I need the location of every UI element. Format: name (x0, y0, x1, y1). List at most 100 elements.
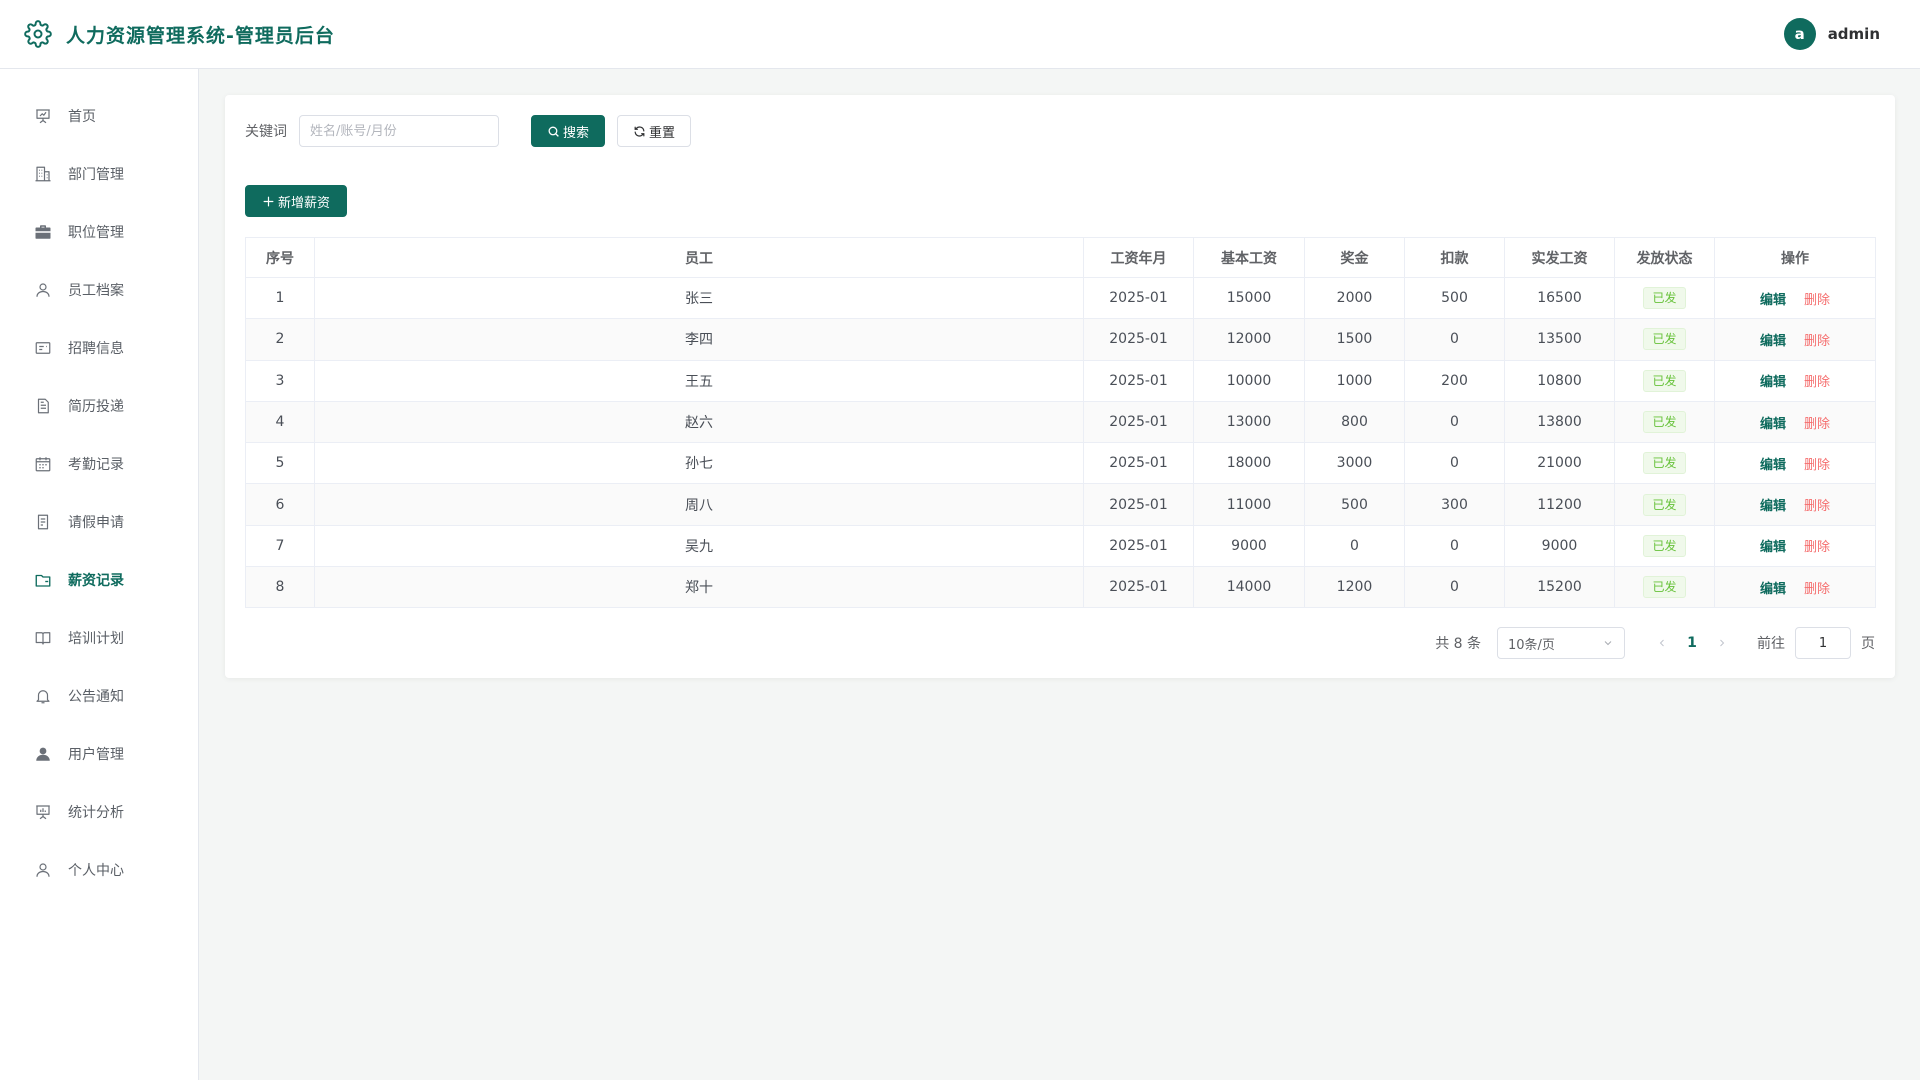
pagination: 共 8 条 10条/页 1 前往 页 (1435, 627, 1875, 659)
edit-button[interactable]: 编辑 (1760, 375, 1786, 390)
refresh-icon (634, 125, 645, 137)
search-label: 关键词 (245, 124, 287, 140)
cell-month: 2025-01 (1083, 400, 1194, 444)
cell-employee: 郑十 (314, 566, 1084, 609)
sidebar-item-salary[interactable]: 薪资记录 (0, 551, 198, 609)
goto-unit-label: 页 (1861, 636, 1875, 652)
cell-month: 2025-01 (1083, 442, 1194, 485)
sidebar-item-resumes[interactable]: 简历投递 (0, 377, 198, 435)
reset-button[interactable]: 重置 (617, 115, 691, 147)
sidebar-item-departments[interactable]: 部门管理 (0, 145, 198, 203)
cell-base: 10000 (1193, 359, 1305, 402)
column-header: 操作 (1714, 237, 1876, 278)
cell-deduction: 0 (1404, 318, 1505, 361)
edit-button[interactable]: 编辑 (1760, 334, 1786, 349)
cell-bonus: 1200 (1304, 566, 1405, 609)
cell-month: 2025-01 (1083, 359, 1194, 402)
sidebar-item-home[interactable]: 首页 (0, 87, 198, 145)
delete-button[interactable]: 删除 (1804, 334, 1830, 349)
cell-net: 11200 (1504, 483, 1615, 526)
status-badge: 已发 (1643, 576, 1686, 599)
status-badge: 已发 (1643, 287, 1686, 310)
delete-button[interactable]: 删除 (1804, 375, 1830, 390)
cell-bonus: 1500 (1304, 318, 1405, 361)
add-salary-button[interactable]: 新增薪资 (245, 185, 347, 217)
status-badge: 已发 (1643, 452, 1686, 475)
cell-month: 2025-01 (1083, 318, 1194, 361)
bell-icon (36, 690, 50, 704)
cell-index: 5 (245, 442, 315, 485)
search-button-label: 搜索 (562, 125, 589, 141)
search-button[interactable]: 搜索 (531, 115, 605, 147)
cell-status: 已发 (1614, 400, 1715, 444)
sidebar-item-announcements[interactable]: 公告通知 (0, 667, 198, 725)
delete-button[interactable]: 删除 (1804, 293, 1830, 308)
cell-index: 4 (245, 400, 315, 444)
cell-status: 已发 (1614, 318, 1715, 361)
cell-base: 12000 (1193, 318, 1305, 361)
top-header: 人力资源管理系统-管理员后台 a admin (0, 0, 1920, 69)
app-title: 人力资源管理系统-管理员后台 (66, 24, 335, 47)
sidebar-item-statistics[interactable]: 统计分析 (0, 783, 198, 841)
sidebar-item-profile[interactable]: 个人中心 (0, 841, 198, 899)
cell-index: 3 (245, 359, 315, 402)
table-row: 7 吴九 2025-01 9000 0 0 9000 已发 编辑 删除 (245, 524, 1876, 568)
sidebar-item-leave[interactable]: 请假申请 (0, 493, 198, 551)
cell-net: 13500 (1504, 318, 1615, 361)
salary-table: 序号 员工 工资年月 基本工资 奖金 扣款 实发工资 发放状态 操作 1 张三 … (245, 237, 1876, 609)
cell-net: 15200 (1504, 566, 1615, 609)
table-row: 5 孙七 2025-01 18000 3000 0 21000 已发 编辑 删除 (245, 442, 1876, 485)
salary-table-wrap: 序号 员工 工资年月 基本工资 奖金 扣款 实发工资 发放状态 操作 1 张三 … (245, 237, 1876, 609)
cell-base: 11000 (1193, 483, 1305, 526)
delete-button[interactable]: 删除 (1804, 582, 1830, 597)
column-header: 扣款 (1404, 237, 1505, 278)
sidebar-item-label: 用户管理 (68, 747, 124, 763)
goto-page-input[interactable] (1795, 627, 1851, 659)
delete-button[interactable]: 删除 (1804, 540, 1830, 555)
page-number-1[interactable]: 1 (1677, 627, 1707, 659)
user-menu[interactable]: a admin (1783, 18, 1880, 50)
table-row: 1 张三 2025-01 15000 2000 500 16500 已发 编辑 删… (245, 276, 1876, 320)
sidebar-item-training[interactable]: 培训计划 (0, 609, 198, 667)
cell-actions: 编辑 删除 (1714, 359, 1876, 402)
cell-actions: 编辑 删除 (1714, 442, 1876, 485)
chevron-right-icon (1720, 639, 1725, 647)
column-header: 序号 (245, 237, 315, 278)
page-size-select[interactable]: 10条/页 (1497, 627, 1625, 659)
sidebar-item-employee-files[interactable]: 员工档案 (0, 261, 198, 319)
sidebar-item-label: 部门管理 (68, 167, 124, 183)
sidebar-item-attendance[interactable]: 考勤记录 (0, 435, 198, 493)
calendar-icon (35, 457, 51, 472)
column-header: 基本工资 (1193, 237, 1305, 278)
sidebar-item-users[interactable]: 用户管理 (0, 725, 198, 783)
cell-month: 2025-01 (1083, 524, 1194, 568)
delete-button[interactable]: 删除 (1804, 417, 1830, 432)
cell-net: 16500 (1504, 276, 1615, 320)
sidebar-item-label: 请假申请 (68, 515, 124, 531)
cell-bonus: 1000 (1304, 359, 1405, 402)
sidebar-item-recruitment[interactable]: 招聘信息 (0, 319, 198, 377)
edit-button[interactable]: 编辑 (1760, 293, 1786, 308)
cell-base: 13000 (1193, 400, 1305, 444)
cell-base: 9000 (1193, 524, 1305, 568)
edit-button[interactable]: 编辑 (1760, 582, 1786, 597)
delete-button[interactable]: 删除 (1804, 458, 1830, 473)
status-badge: 已发 (1643, 493, 1686, 516)
edit-button[interactable]: 编辑 (1760, 417, 1786, 432)
sidebar-item-positions[interactable]: 职位管理 (0, 203, 198, 261)
cell-actions: 编辑 删除 (1714, 318, 1876, 361)
table-row: 8 郑十 2025-01 14000 1200 0 15200 已发 编辑 删除 (245, 566, 1876, 609)
sidebar-item-label: 统计分析 (68, 805, 124, 821)
edit-button[interactable]: 编辑 (1760, 458, 1786, 473)
table-row: 2 李四 2025-01 12000 1500 0 13500 已发 编辑 删除 (245, 318, 1876, 361)
next-page-button[interactable] (1707, 627, 1737, 659)
search-input[interactable] (299, 115, 499, 147)
avatar[interactable]: a (1783, 18, 1816, 50)
prev-page-button[interactable] (1647, 627, 1677, 659)
username[interactable]: admin (1828, 25, 1880, 43)
edit-button[interactable]: 编辑 (1760, 499, 1786, 514)
chevron-down-icon (1604, 641, 1612, 646)
cell-employee: 赵六 (314, 400, 1084, 444)
edit-button[interactable]: 编辑 (1760, 540, 1786, 555)
delete-button[interactable]: 删除 (1804, 499, 1830, 514)
